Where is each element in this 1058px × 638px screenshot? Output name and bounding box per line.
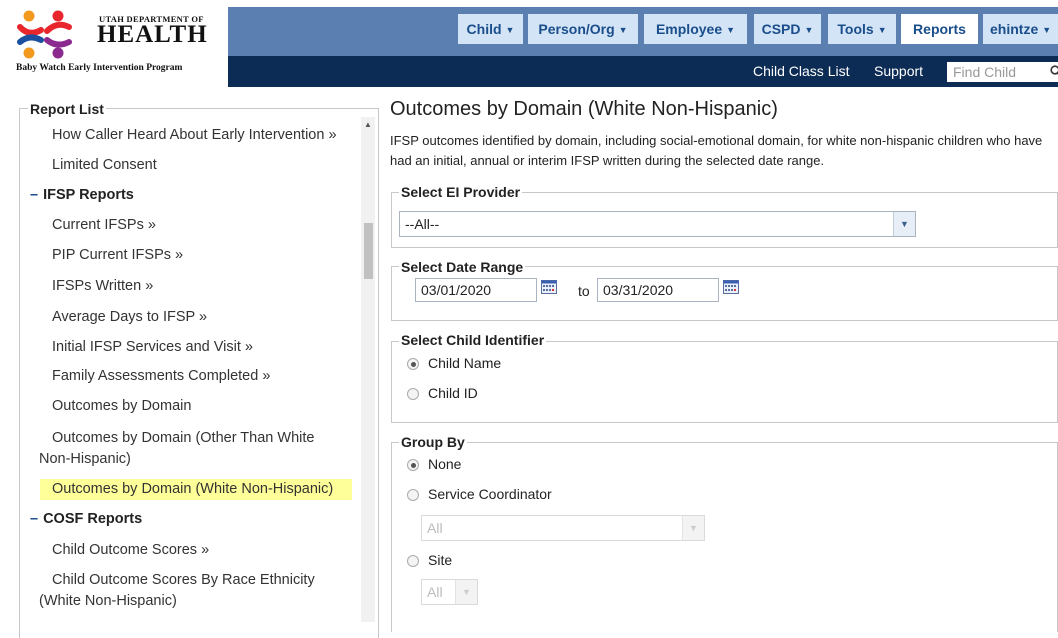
report-link-initial-ifsp-services[interactable]: Initial IFSP Services and Visit »	[52, 337, 253, 358]
utah-health-logo[interactable]: UTAH DEPARTMENT OF HEALTH Baby Watch Ear…	[13, 7, 228, 79]
section-ifsp-reports[interactable]: –IFSP Reports	[30, 185, 134, 206]
child-name-radio[interactable]	[407, 358, 419, 370]
report-link-limited-consent[interactable]: Limited Consent	[52, 155, 157, 176]
report-list-scrollbar[interactable]	[361, 117, 375, 622]
nav-cspd-label: CSPD	[762, 21, 801, 37]
child-id-radio[interactable]	[407, 388, 419, 400]
child-identifier-fieldset	[391, 341, 1058, 423]
nav-user-menu[interactable]: ehintze ▼	[983, 14, 1058, 44]
chevron-down-icon: ▼	[1042, 25, 1051, 35]
to-date-input[interactable]: 03/31/2020	[597, 278, 719, 302]
report-link-line1: Child Outcome Scores By Race Ethnicity	[52, 572, 315, 588]
find-child-input[interactable]	[947, 62, 1058, 82]
page-description: IFSP outcomes identified by domain, incl…	[390, 131, 1058, 171]
nav-reports[interactable]: Reports	[901, 14, 978, 44]
chevron-down-icon: ▼	[878, 25, 887, 35]
report-link-ifsps-written[interactable]: IFSPs Written »	[52, 276, 153, 297]
nav-cspd[interactable]: CSPD▼	[754, 14, 821, 44]
page-title: Outcomes by Domain (White Non-Hispanic)	[390, 98, 778, 121]
nav-tools-label: Tools	[837, 21, 873, 37]
nav-employee[interactable]: Employee ▼	[644, 14, 747, 44]
provider-select-value: --All--	[405, 216, 439, 232]
report-link-how-caller-heard[interactable]: How Caller Heard About Early Interventio…	[52, 125, 337, 146]
provider-select[interactable]: --All-- ▼	[399, 211, 916, 237]
scrollbar-thumb[interactable]	[364, 223, 373, 279]
collapse-icon: –	[30, 511, 38, 527]
report-link-outcomes-white-non-hispanic[interactable]: Outcomes by Domain (White Non-Hispanic)	[40, 479, 352, 500]
main-nav: Child▼ Person/Org▼ Employee▼ CSPD▼ Tools…	[228, 7, 1058, 56]
search-icon[interactable]	[1050, 65, 1058, 79]
report-link-outcomes-by-domain[interactable]: Outcomes by Domain	[52, 396, 191, 417]
chevron-down-icon: ▼	[682, 516, 704, 540]
sub-nav: Child Class List Support	[228, 56, 1058, 87]
nav-tools[interactable]: Tools ▼	[828, 14, 896, 44]
group-none-radio-label[interactable]: None	[428, 456, 461, 472]
report-link-line2: (White Non-Hispanic)	[39, 591, 352, 612]
report-link-family-assessments[interactable]: Family Assessments Completed »	[52, 366, 270, 387]
site-select-value: All	[427, 584, 443, 600]
program-name: Baby Watch Early Intervention Program	[16, 63, 182, 73]
report-link-line1: Outcomes by Domain (Other Than White	[52, 430, 314, 446]
report-list-title: Report List	[28, 101, 106, 117]
report-link-current-ifsps[interactable]: Current IFSPs »	[52, 215, 156, 236]
provider-legend: Select EI Provider	[399, 184, 522, 200]
collapse-icon: –	[30, 187, 38, 203]
section-cosf-reports-label: COSF Reports	[43, 511, 142, 527]
child-id-radio-label[interactable]: Child ID	[428, 385, 478, 401]
service-coordinator-select-value: All	[427, 520, 443, 536]
chevron-down-icon: ▼	[893, 212, 915, 236]
group-site-radio-label[interactable]: Site	[428, 552, 452, 568]
from-date-input[interactable]: 03/01/2020	[415, 278, 537, 302]
calendar-icon[interactable]	[723, 280, 739, 294]
report-link-child-outcome-scores-race[interactable]: Child Outcome Scores By Race Ethnicity (…	[52, 570, 352, 612]
group-site-radio[interactable]	[407, 555, 419, 567]
section-ifsp-reports-label: IFSP Reports	[43, 187, 134, 203]
report-link-line2: Non-Hispanic)	[39, 449, 352, 470]
child-identifier-legend: Select Child Identifier	[399, 332, 546, 348]
date-range-legend: Select Date Range	[399, 259, 525, 275]
nav-child[interactable]: Child ▼	[458, 14, 523, 44]
support-link[interactable]: Support	[874, 63, 923, 79]
nav-person-org[interactable]: Person/Org ▼	[528, 14, 638, 44]
nav-child-label: Child	[467, 21, 502, 37]
date-range-to-label: to	[578, 283, 590, 299]
logo-health-text: HEALTH	[97, 21, 208, 49]
chevron-down-icon: ▼	[726, 25, 735, 35]
group-none-radio[interactable]	[407, 459, 419, 471]
site-select[interactable]: All ▼	[421, 579, 478, 605]
chevron-down-icon: ▼	[804, 25, 813, 35]
nav-reports-label: Reports	[913, 21, 966, 37]
app-header: UTAH DEPARTMENT OF HEALTH Baby Watch Ear…	[0, 0, 1058, 85]
service-coordinator-select[interactable]: All ▼	[421, 515, 705, 541]
health-logo-mark-icon	[17, 9, 89, 61]
chevron-down-icon: ▼	[455, 580, 477, 604]
nav-person-org-label: Person/Org	[538, 21, 614, 37]
group-service-coordinator-radio-label[interactable]: Service Coordinator	[428, 486, 552, 502]
report-link-child-outcome-scores[interactable]: Child Outcome Scores »	[52, 540, 209, 561]
section-cosf-reports[interactable]: –COSF Reports	[30, 509, 142, 530]
nav-employee-label: Employee	[656, 21, 722, 37]
chevron-down-icon: ▼	[619, 25, 628, 35]
child-class-list-link[interactable]: Child Class List	[753, 63, 849, 79]
child-name-radio-label[interactable]: Child Name	[428, 355, 501, 371]
nav-user-label: ehintze	[990, 21, 1038, 37]
report-link-average-days[interactable]: Average Days to IFSP »	[52, 307, 207, 328]
calendar-icon[interactable]	[541, 280, 557, 294]
group-by-legend: Group By	[399, 434, 467, 450]
report-link-outcomes-other-than-white[interactable]: Outcomes by Domain (Other Than White Non…	[52, 428, 352, 470]
scroll-up-arrow-icon[interactable]: ▲	[361, 119, 375, 131]
group-service-coordinator-radio[interactable]	[407, 489, 419, 501]
report-link-pip-current-ifsps[interactable]: PIP Current IFSPs »	[52, 245, 183, 266]
chevron-down-icon: ▼	[506, 25, 515, 35]
